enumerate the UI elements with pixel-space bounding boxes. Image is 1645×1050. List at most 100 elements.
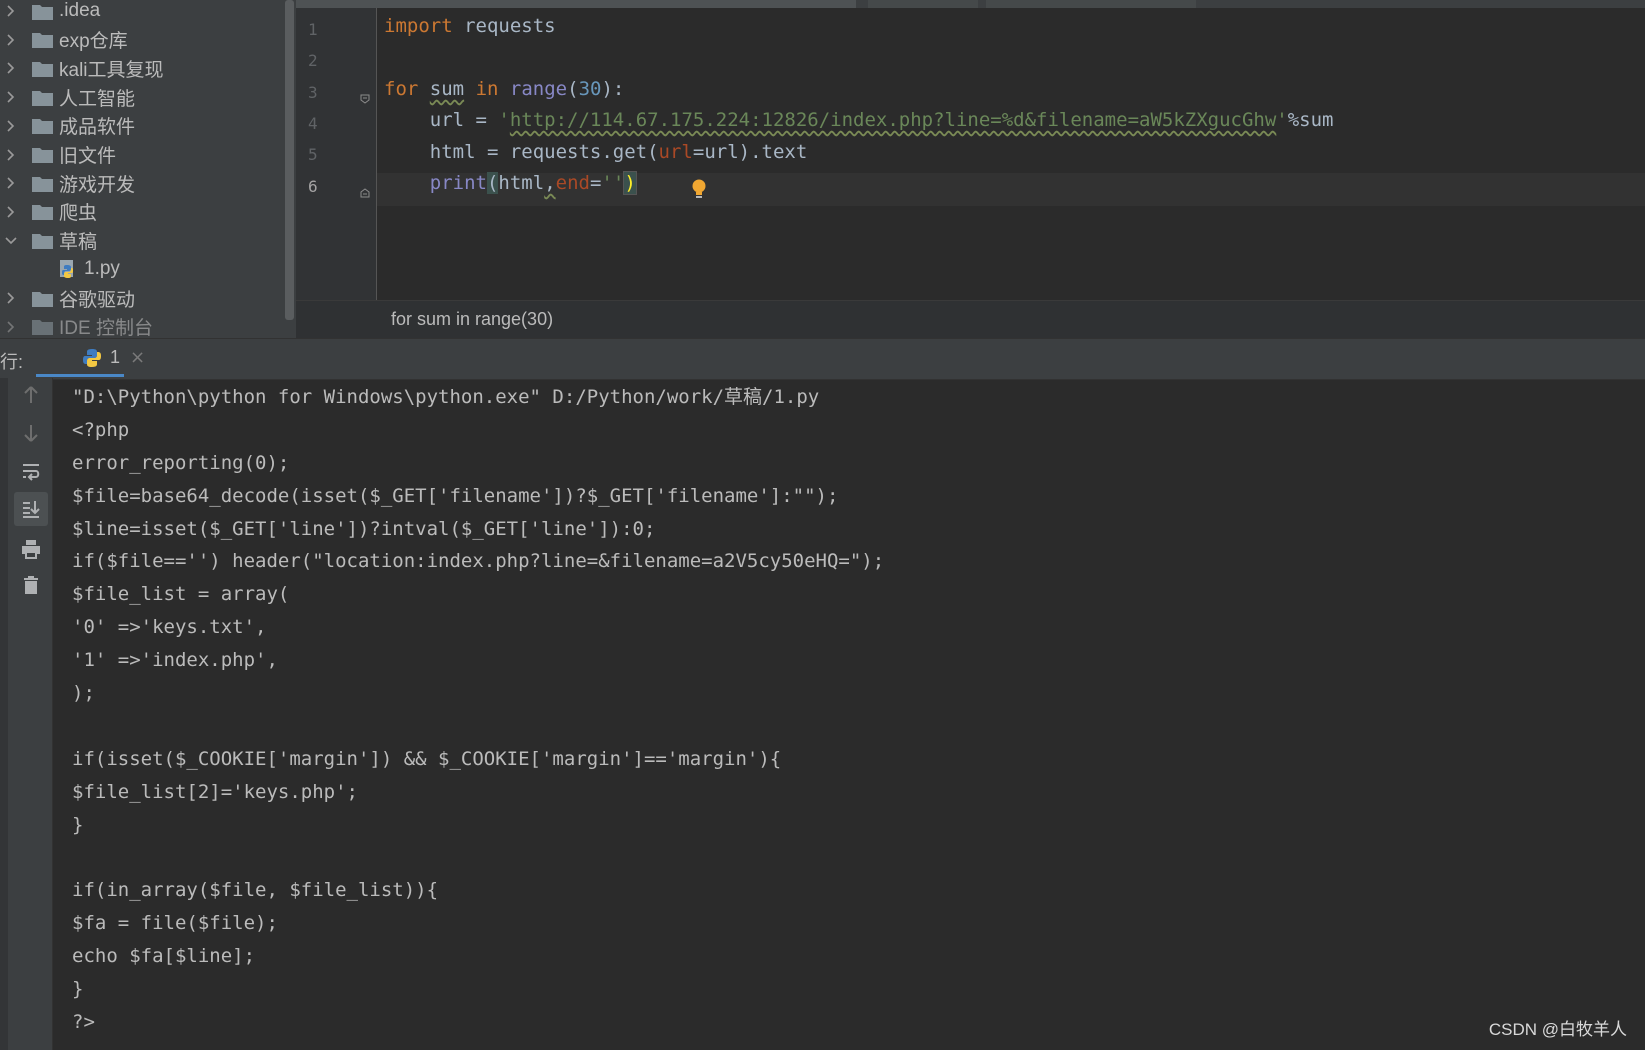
tree-item-folder[interactable]: kali工具复现	[0, 53, 283, 83]
arrow-up-icon	[24, 386, 38, 403]
console-line: $file_list = array(	[72, 583, 290, 606]
breadcrumb-bar: for sum in range(30)	[296, 300, 1645, 339]
code-line-5[interactable]: html = requests.get(url=url).text	[384, 136, 808, 168]
folder-icon	[32, 117, 53, 135]
tree-item-label: IDE 控制台	[59, 318, 153, 338]
tree-item-label: 人工智能	[59, 88, 136, 110]
python-file-icon	[58, 259, 78, 279]
tree-item-folder[interactable]: 爬虫	[0, 197, 283, 227]
tree-item-label: exp仓库	[59, 31, 128, 53]
console-line: error_reporting(0);	[72, 451, 290, 474]
chevron-down-icon[interactable]	[4, 235, 18, 247]
console-line: <?php	[72, 418, 130, 441]
keyword-in: in	[475, 78, 499, 100]
arrow-down-button[interactable]	[14, 416, 48, 450]
tree-item-label: 草稿	[59, 232, 98, 254]
format-operator: %sum	[1287, 109, 1334, 131]
tree-item-folder[interactable]: 游戏开发	[0, 168, 283, 198]
console-line: $fa = file($file);	[72, 912, 278, 935]
line-number: 5	[308, 145, 318, 164]
code-line-3[interactable]: for sum in range(30):	[384, 73, 624, 105]
soft-wrap-button[interactable]	[14, 454, 48, 488]
comma: ,	[544, 172, 556, 194]
chevron-right-icon[interactable]	[4, 177, 18, 189]
keyword-import: import	[384, 15, 453, 37]
tree-item-label: 旧文件	[59, 146, 117, 167]
tree-item-folder[interactable]: 成品软件	[0, 111, 283, 141]
line-number-current: 6	[308, 177, 318, 196]
editor-tab-active[interactable]	[296, 0, 856, 8]
equals: =	[589, 172, 602, 194]
console-line: );	[72, 682, 95, 705]
chevron-right-icon[interactable]	[4, 5, 18, 17]
chevron-right-icon[interactable]	[4, 206, 18, 218]
tree-item-label: 爬虫	[59, 203, 98, 225]
url-string[interactable]: http://114.67.175.224:12826/index.php?li…	[510, 109, 1276, 131]
code-line-4[interactable]: url = 'http://114.67.175.224:12826/index…	[384, 104, 1334, 136]
print-button[interactable]	[14, 532, 48, 566]
line-number: 1	[308, 20, 318, 39]
lightbulb-icon[interactable]	[690, 178, 708, 200]
code-line-1[interactable]: import requests	[384, 10, 556, 42]
chevron-right-icon[interactable]	[4, 34, 18, 46]
console-line: echo $fa[$line];	[72, 945, 256, 968]
paren-open: (	[567, 78, 579, 100]
tree-item-label: .idea	[59, 0, 101, 21]
run-panel-header: 行: 1 ×	[0, 338, 1645, 380]
chevron-right-icon[interactable]	[4, 91, 18, 103]
chevron-right-icon[interactable]	[4, 321, 18, 333]
tool-window-strip	[0, 378, 8, 1050]
tree-item-folder[interactable]: exp仓库	[0, 25, 283, 55]
tree-item-label: 谷歌驱动	[59, 289, 136, 311]
fold-marker-icon[interactable]	[360, 94, 370, 104]
tree-scrollbar-thumb[interactable]	[285, 0, 294, 320]
code-editor[interactable]: 1 2 3 4 5 6 import requests for sum in r…	[296, 0, 1645, 339]
console-line: if(in_array($file, $file_list)){	[72, 879, 439, 902]
breadcrumb[interactable]: for sum in range(30)	[391, 309, 553, 330]
tree-item-file[interactable]: 1.py	[0, 254, 283, 284]
chevron-right-icon[interactable]	[4, 148, 18, 161]
editor-tab[interactable]	[868, 0, 978, 8]
string-literal: ''	[601, 172, 625, 194]
paren-close-matched: )	[623, 171, 637, 195]
active-tab-indicator	[36, 374, 124, 377]
tree-item-partial[interactable]: IDE 控制台	[0, 312, 283, 338]
print-icon	[22, 540, 40, 559]
code-line-6[interactable]: print(html,end='')	[384, 167, 637, 199]
folder-icon	[32, 3, 53, 20]
folder-icon	[32, 89, 53, 106]
console-line: "D:\Python\python for Windows\python.exe…	[72, 386, 820, 408]
run-tab[interactable]: 1 ×	[36, 339, 145, 376]
tree-item-folder[interactable]: 旧文件	[0, 140, 283, 170]
tree-item-folder[interactable]: .idea	[0, 0, 283, 26]
console-output[interactable]: "D:\Python\python for Windows\python.exe…	[72, 381, 1632, 1039]
watermark: CSDN @白牧羊人	[1488, 1020, 1627, 1039]
quote: '	[498, 109, 510, 131]
line-number-gutter: 1 2 3 4 5 6	[296, 8, 376, 300]
fold-end-marker-icon[interactable]	[360, 188, 370, 198]
close-icon[interactable]: ×	[130, 347, 145, 368]
gutter-separator	[376, 8, 377, 300]
editor-tab-strip	[296, 0, 1645, 8]
console-line: $file_list[2]='keys.php';	[72, 780, 358, 803]
console-line: $line=isset($_GET['line'])?intval($_GET[…	[72, 517, 656, 540]
tree-item-folder[interactable]: 谷歌驱动	[0, 283, 283, 313]
tree-item-folder[interactable]: 草稿	[0, 226, 283, 256]
loop-variable: sum	[429, 78, 465, 100]
console-line: $file=base64_decode(isset($_GET['filenam…	[72, 484, 839, 507]
console-line: if($file=='') header("location:index.php…	[72, 550, 885, 573]
chevron-right-icon[interactable]	[4, 292, 18, 304]
arrow-up-button[interactable]	[14, 378, 48, 412]
tree-item-folder[interactable]: 人工智能	[0, 82, 283, 112]
clear-button[interactable]	[14, 568, 48, 602]
chevron-right-icon[interactable]	[4, 120, 18, 132]
line-number: 2	[308, 51, 318, 70]
tree-scrollbar[interactable]	[283, 0, 296, 338]
console-line: '0' =>'keys.txt',	[72, 616, 267, 639]
scroll-to-end-button[interactable]	[14, 492, 48, 526]
editor-tab[interactable]	[986, 0, 1196, 8]
chevron-right-icon[interactable]	[4, 62, 18, 74]
